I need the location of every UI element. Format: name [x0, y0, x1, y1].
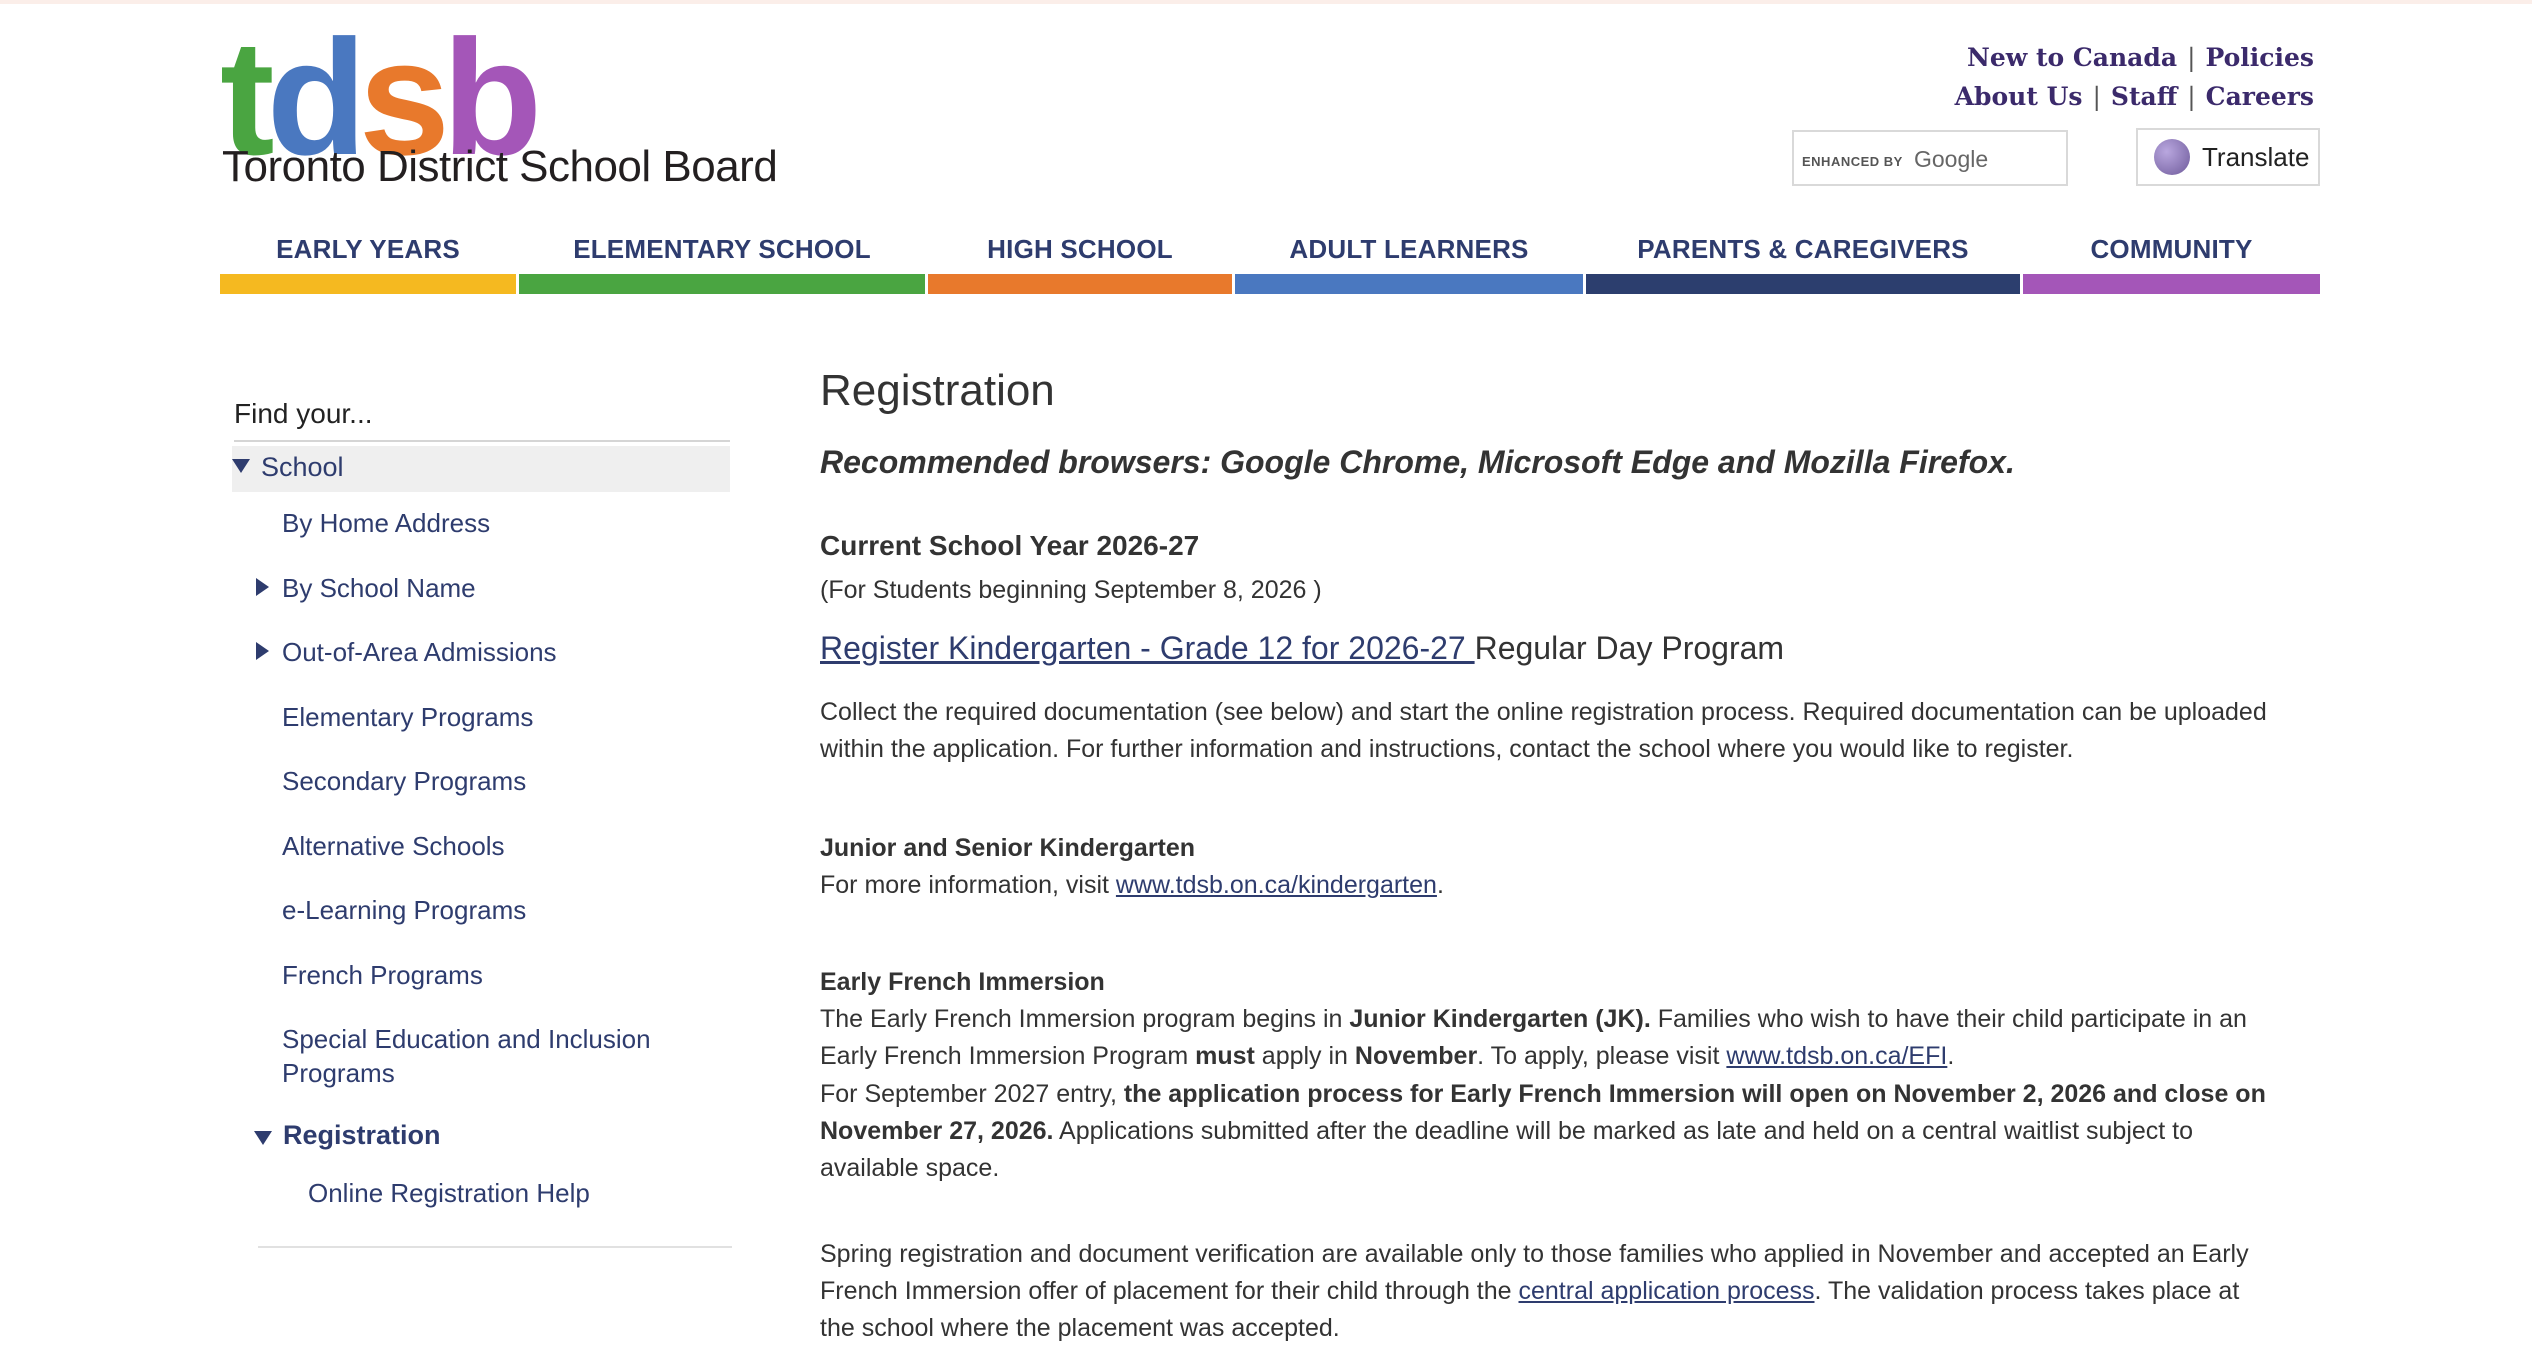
jk-info: For more information, visit www.tdsb.on.…: [820, 867, 2280, 904]
sidebar-item-label: By School Name: [282, 573, 476, 603]
nav-community[interactable]: COMMUNITY: [2023, 228, 2320, 294]
efi-paragraph-3: Spring registration and document verific…: [820, 1236, 2280, 1347]
sidebar-item-label: e-Learning Programs: [282, 895, 527, 925]
separator: |: [2092, 82, 2101, 111]
main-navigation: EARLY YEARS ELEMENTARY SCHOOL HIGH SCHOO…: [220, 228, 2320, 294]
efi-p1-bold-jk: Junior Kindergarten (JK).: [1349, 1005, 1651, 1033]
sidebar-item-elementary-programs[interactable]: Elementary Programs: [282, 700, 722, 734]
current-school-year-heading: Current School Year 2026-27: [820, 530, 1200, 561]
nav-adult-learners[interactable]: ADULT LEARNERS: [1235, 228, 1583, 294]
nav-color-bar: [220, 274, 516, 294]
sidebar-item-french-programs[interactable]: French Programs: [282, 958, 722, 992]
register-suffix: Regular Day Program: [1474, 630, 1785, 666]
sidebar-item-e-learning-programs[interactable]: e-Learning Programs: [282, 893, 722, 927]
efi-link[interactable]: www.tdsb.on.ca/EFI: [1726, 1042, 1947, 1070]
caret-right-icon: [256, 642, 269, 660]
careers-link[interactable]: Careers: [2206, 82, 2314, 111]
nav-early-years[interactable]: EARLY YEARS: [220, 228, 516, 294]
jk-text: For more information, visit: [820, 871, 1116, 899]
policies-link[interactable]: Policies: [2206, 43, 2315, 72]
globe-icon: [2154, 139, 2190, 175]
sidebar-item-out-of-area-admissions[interactable]: Out-of-Area Admissions: [256, 635, 722, 669]
jk-section: Junior and Senior Kindergarten For more …: [820, 830, 2280, 904]
translate-button[interactable]: Translate: [2136, 128, 2320, 186]
utility-links: New to Canada | Policies About Us | Staff | Ca…: [1955, 38, 2314, 116]
nav-color-bar: [928, 274, 1232, 294]
caret-down-icon: [254, 1131, 272, 1145]
nav-label: ADULT LEARNERS: [1289, 234, 1529, 264]
register-line: Register Kindergarten - Grade 12 for 202…: [820, 630, 1784, 667]
current-school-year-subtext: (For Students beginning September 8, 202…: [820, 576, 1322, 604]
new-to-canada-link[interactable]: New to Canada: [1967, 43, 2177, 72]
nav-label: HIGH SCHOOL: [987, 234, 1173, 264]
nav-high-school[interactable]: HIGH SCHOOL: [928, 228, 1232, 294]
sidebar-item-label: By Home Address: [282, 508, 491, 538]
top-accent-line: [0, 0, 2532, 4]
efi-p1-bold-must: must: [1195, 1042, 1255, 1070]
caret-down-icon: [232, 459, 250, 473]
efi-p1-end: .: [1947, 1042, 1955, 1070]
nav-parents-caregivers[interactable]: PARENTS & CAREGIVERS: [1586, 228, 2020, 294]
efi-section: Early French Immersion The Early French …: [820, 964, 2280, 1075]
collect-documentation-paragraph: Collect the required documentation (see …: [820, 698, 2267, 763]
sidebar-item-label: French Programs: [282, 960, 483, 990]
nav-label: EARLY YEARS: [276, 234, 460, 264]
separator: |: [2187, 43, 2196, 72]
recommended-browsers-note: Recommended browsers: Google Chrome, Mic…: [820, 444, 2015, 480]
sidebar-item-online-registration-help[interactable]: Online Registration Help: [308, 1176, 748, 1210]
efi-p1-text-e: apply in: [1254, 1042, 1355, 1070]
nav-label: ELEMENTARY SCHOOL: [573, 234, 871, 264]
sidebar-item-label: Registration: [283, 1120, 441, 1150]
page-title: Registration: [820, 366, 1055, 415]
efi-p1-text-a: The Early French Immersion program begin…: [820, 1005, 1350, 1033]
nav-elementary-school[interactable]: ELEMENTARY SCHOOL: [519, 228, 925, 294]
logo-tagline: Toronto District School Board: [222, 142, 778, 191]
nav-label: PARENTS & CAREGIVERS: [1637, 234, 1969, 264]
register-k-12-link[interactable]: Register Kindergarten - Grade 12 for 202…: [820, 630, 1475, 666]
tdsb-logo[interactable]: tdsb Toronto District School Board: [220, 16, 778, 192]
nav-label: COMMUNITY: [2090, 234, 2253, 264]
sidebar-item-label: Alternative Schools: [282, 831, 505, 861]
google-label: Google: [1914, 146, 1989, 172]
nav-color-bar: [519, 274, 925, 294]
sidebar-item-special-education[interactable]: Special Education and Inclusion Programs: [282, 1022, 682, 1090]
translate-label: Translate: [2202, 141, 2310, 172]
sidebar-item-by-home-address[interactable]: By Home Address: [282, 506, 722, 540]
nav-color-bar: [2023, 274, 2320, 294]
sidebar-item-label: Online Registration Help: [308, 1178, 590, 1208]
efi-p1-text-g: . To apply, please visit: [1477, 1042, 1727, 1070]
caret-right-icon: [256, 578, 269, 596]
sidebar-item-label: School: [261, 452, 344, 482]
sidebar-item-label: Special Education and Inclusion Programs: [282, 1024, 651, 1088]
jk-end: .: [1436, 871, 1444, 899]
about-us-link[interactable]: About Us: [1955, 82, 2083, 111]
sidebar-item-by-school-name[interactable]: By School Name: [256, 571, 722, 605]
central-application-process-link[interactable]: central application process: [1519, 1277, 1815, 1305]
sidebar-divider: [258, 1246, 732, 1248]
sidebar-item-label: Secondary Programs: [282, 766, 527, 796]
sidebar-item-alternative-schools[interactable]: Alternative Schools: [282, 829, 722, 863]
sidebar-item-secondary-programs[interactable]: Secondary Programs: [282, 764, 722, 798]
efi-paragraph-1: The Early French Immersion program begin…: [820, 1001, 2280, 1075]
efi-p2-text-a: For September 2027 entry,: [820, 1080, 1124, 1108]
efi-heading: Early French Immersion: [820, 968, 1105, 996]
sidebar-item-school[interactable]: School: [232, 446, 730, 492]
nav-color-bar: [1235, 274, 1583, 294]
search-input[interactable]: ENHANCED BY Google: [1792, 130, 2068, 186]
sidebar-item-label: Elementary Programs: [282, 702, 534, 732]
jk-heading: Junior and Senior Kindergarten: [820, 834, 1196, 862]
efi-paragraph-2: For September 2027 entry, the applicatio…: [820, 1076, 2280, 1187]
find-your-heading: Find your...: [234, 398, 730, 442]
staff-link[interactable]: Staff: [2111, 82, 2177, 111]
nav-color-bar: [1586, 274, 2020, 294]
enhanced-by-label: ENHANCED BY: [1802, 154, 1903, 169]
kindergarten-link[interactable]: www.tdsb.on.ca/kindergarten: [1116, 871, 1437, 899]
efi-p1-bold-november: November: [1354, 1042, 1478, 1070]
separator: |: [2187, 82, 2196, 111]
sidebar-item-label: Out-of-Area Admissions: [282, 637, 557, 667]
